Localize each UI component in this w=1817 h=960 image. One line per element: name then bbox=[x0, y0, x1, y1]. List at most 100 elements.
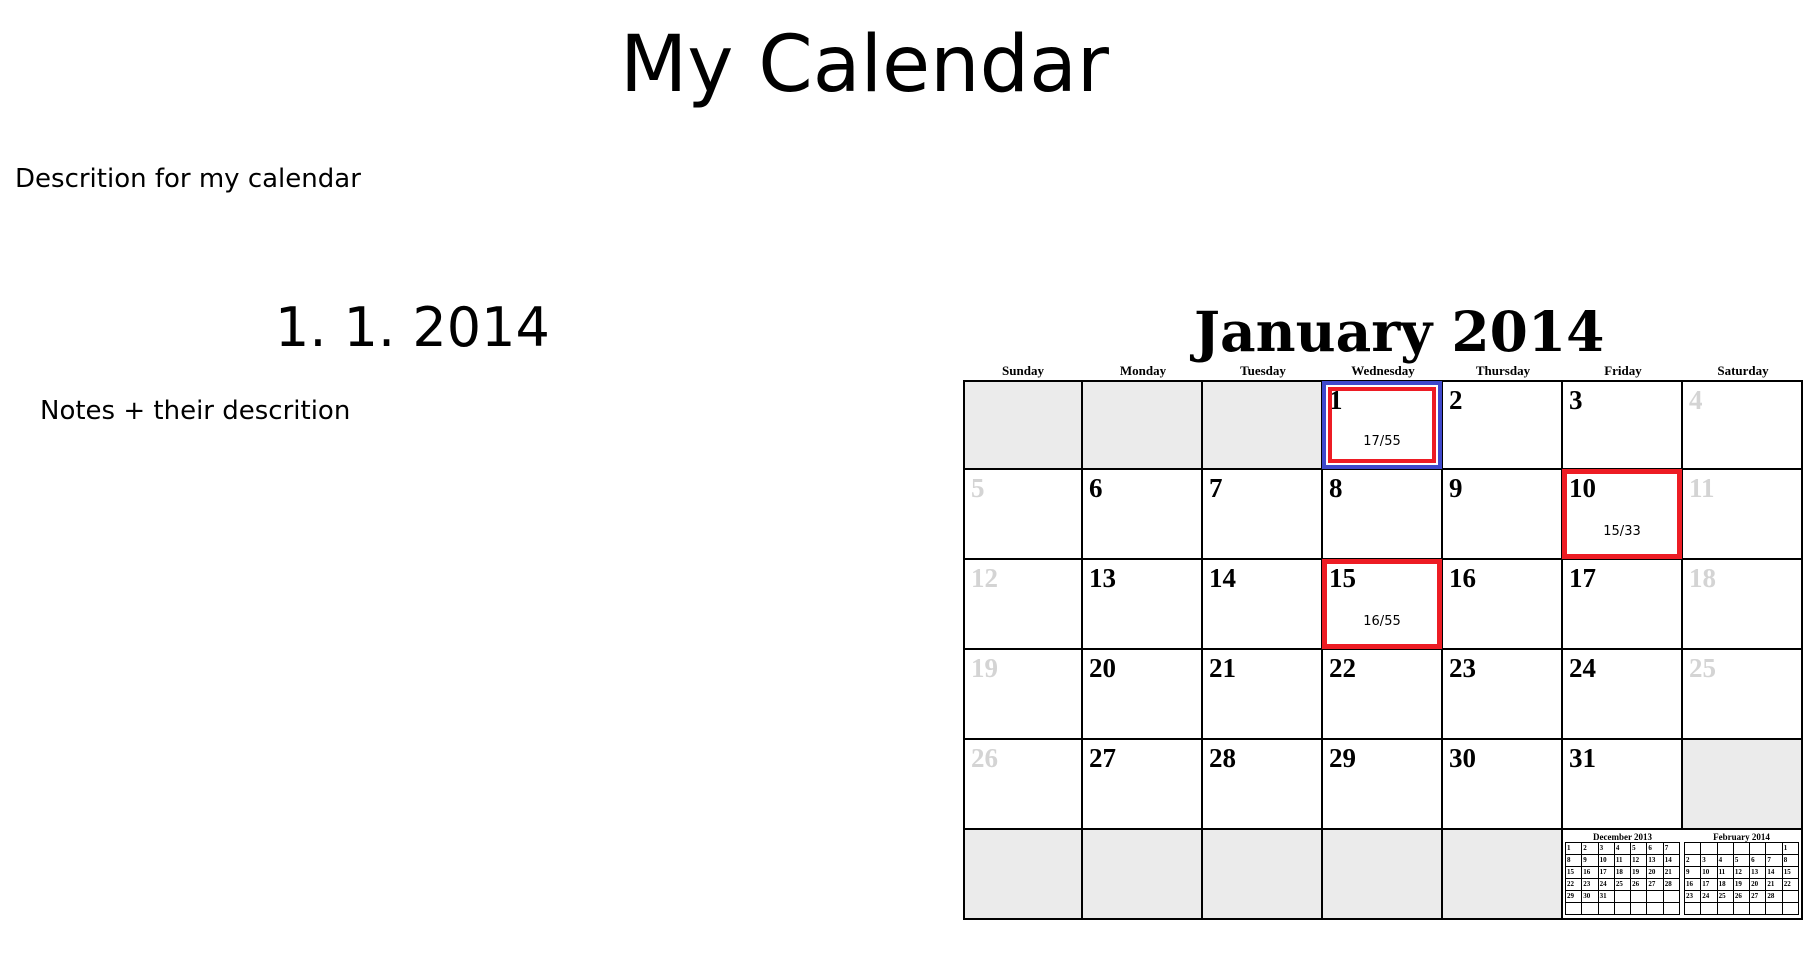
weekday-monday: Monday bbox=[1119, 363, 1167, 378]
day-cell-31[interactable]: 31 bbox=[1563, 740, 1683, 830]
mini-day: 14 bbox=[1663, 855, 1680, 867]
day-cell-24[interactable]: 24 bbox=[1563, 650, 1683, 740]
mini-day bbox=[1750, 903, 1767, 915]
mini-day bbox=[1663, 903, 1680, 915]
day-cell-30[interactable]: 30 bbox=[1443, 740, 1563, 830]
mini-day bbox=[1614, 891, 1632, 903]
day-number: 29 bbox=[1329, 743, 1356, 773]
day-cell-15[interactable]: 15 16/55 bbox=[1322, 559, 1443, 650]
mini-day: 11 bbox=[1717, 867, 1734, 879]
mini-day: 20 bbox=[1750, 879, 1767, 891]
calendar-title: January 2014 bbox=[1194, 299, 1605, 364]
day-number: 21 bbox=[1209, 653, 1236, 683]
day-cell-27[interactable]: 27 bbox=[1083, 740, 1203, 830]
day-cell-22[interactable]: 22 bbox=[1323, 650, 1443, 740]
mini-day bbox=[1733, 843, 1751, 855]
mini-day: 8 bbox=[1566, 855, 1583, 867]
day-cell-1[interactable]: 1 17/55 bbox=[1322, 380, 1443, 470]
selected-date-heading: 1. 1. 2014 bbox=[275, 296, 550, 359]
mini-day: 19 bbox=[1631, 867, 1648, 879]
mini-day bbox=[1750, 843, 1767, 855]
mini-day: 13 bbox=[1647, 855, 1664, 867]
mini-day: 23 bbox=[1582, 879, 1599, 891]
mini-day: 5 bbox=[1733, 855, 1751, 867]
day-cell-23[interactable]: 23 bbox=[1443, 650, 1563, 740]
day-cell-2[interactable]: 2 bbox=[1443, 380, 1563, 470]
mini-day bbox=[1766, 903, 1783, 915]
mini-day: 23 bbox=[1685, 891, 1702, 903]
mini-day: 15 bbox=[1782, 867, 1799, 879]
day-number: 15 bbox=[1329, 563, 1356, 593]
day-cell-11[interactable]: 11 bbox=[1683, 470, 1803, 560]
day-cell-20[interactable]: 20 bbox=[1083, 650, 1203, 740]
mini-day bbox=[1701, 843, 1718, 855]
day-cell-13[interactable]: 13 bbox=[1083, 560, 1203, 650]
day-cell-21[interactable]: 21 bbox=[1203, 650, 1323, 740]
day-cell-19[interactable]: 19 bbox=[963, 650, 1083, 740]
day-cell-3[interactable]: 3 bbox=[1563, 380, 1683, 470]
mini-calendars: December 2013 1 2 3 4 5 6 7 8 9 10 11 12 13 14 15 16 17 18… bbox=[1563, 830, 1803, 920]
mini-day bbox=[1782, 891, 1799, 903]
mini-day: 1 bbox=[1782, 843, 1799, 855]
day-number: 28 bbox=[1209, 743, 1236, 773]
day-number: 26 bbox=[971, 743, 998, 773]
mini-day: 3 bbox=[1701, 855, 1718, 867]
mini-day: 7 bbox=[1663, 843, 1680, 855]
day-number: 19 bbox=[971, 653, 998, 683]
mini-day bbox=[1733, 903, 1751, 915]
day-cell-6[interactable]: 6 bbox=[1083, 470, 1203, 560]
mini-day: 28 bbox=[1766, 891, 1783, 903]
day-cell-5[interactable]: 5 bbox=[963, 470, 1083, 560]
day-cell-17[interactable]: 17 bbox=[1563, 560, 1683, 650]
mini-day: 12 bbox=[1733, 867, 1751, 879]
day-number: 24 bbox=[1569, 653, 1596, 683]
day-number: 18 bbox=[1689, 563, 1716, 593]
day-number: 31 bbox=[1569, 743, 1596, 773]
mini-calendar-title: December 2013 bbox=[1592, 832, 1653, 842]
mini-day: 14 bbox=[1766, 867, 1783, 879]
app-root: My Calendar Descrition for my calendar 1… bbox=[0, 0, 1817, 960]
calendar-grid: 1 17/55 2 3 4 5 6 7 8 9 10 15/33 11 12 13 14 15 16/55 16 17… bbox=[963, 380, 1803, 920]
mini-day: 26 bbox=[1733, 891, 1751, 903]
mini-day: 16 bbox=[1685, 879, 1702, 891]
day-cell-26[interactable]: 26 bbox=[963, 740, 1083, 830]
mini-day: 7 bbox=[1766, 855, 1783, 867]
mini-calendar-title: February 2014 bbox=[1713, 832, 1770, 842]
day-number: 12 bbox=[971, 563, 998, 593]
weekday-tuesday: Tuesday bbox=[1240, 363, 1286, 378]
day-number: 6 bbox=[1089, 473, 1103, 503]
empty-day-cell bbox=[1083, 380, 1203, 470]
day-number: 25 bbox=[1689, 653, 1716, 683]
day-cell-16[interactable]: 16 bbox=[1443, 560, 1563, 650]
mini-day: 27 bbox=[1750, 891, 1767, 903]
mini-day bbox=[1782, 903, 1799, 915]
mini-day bbox=[1685, 843, 1702, 855]
empty-day-cell bbox=[1443, 830, 1563, 920]
empty-day-cell bbox=[1083, 830, 1203, 920]
day-cell-29[interactable]: 29 bbox=[1323, 740, 1443, 830]
day-cell-18[interactable]: 18 bbox=[1683, 560, 1803, 650]
day-number: 11 bbox=[1689, 473, 1715, 503]
day-cell-14[interactable]: 14 bbox=[1203, 560, 1323, 650]
day-cell-28[interactable]: 28 bbox=[1203, 740, 1323, 830]
day-cell-7[interactable]: 7 bbox=[1203, 470, 1323, 560]
mini-day: 3 bbox=[1598, 843, 1615, 855]
mini-day: 11 bbox=[1614, 855, 1632, 867]
mini-day: 21 bbox=[1663, 867, 1680, 879]
day-cell-4[interactable]: 4 bbox=[1683, 380, 1803, 470]
day-cell-10[interactable]: 10 15/33 bbox=[1562, 469, 1683, 560]
note-highlight bbox=[1328, 387, 1436, 463]
mini-day bbox=[1766, 843, 1783, 855]
mini-day: 4 bbox=[1717, 855, 1734, 867]
mini-day bbox=[1663, 891, 1680, 903]
day-cell-25[interactable]: 25 bbox=[1683, 650, 1803, 740]
mini-day bbox=[1701, 903, 1718, 915]
day-cell-12[interactable]: 12 bbox=[963, 560, 1083, 650]
day-number: 14 bbox=[1209, 563, 1236, 593]
mini-day bbox=[1647, 903, 1664, 915]
day-number: 4 bbox=[1689, 385, 1703, 415]
mini-day bbox=[1685, 903, 1702, 915]
mini-day: 8 bbox=[1782, 855, 1799, 867]
day-cell-8[interactable]: 8 bbox=[1323, 470, 1443, 560]
day-cell-9[interactable]: 9 bbox=[1443, 470, 1563, 560]
